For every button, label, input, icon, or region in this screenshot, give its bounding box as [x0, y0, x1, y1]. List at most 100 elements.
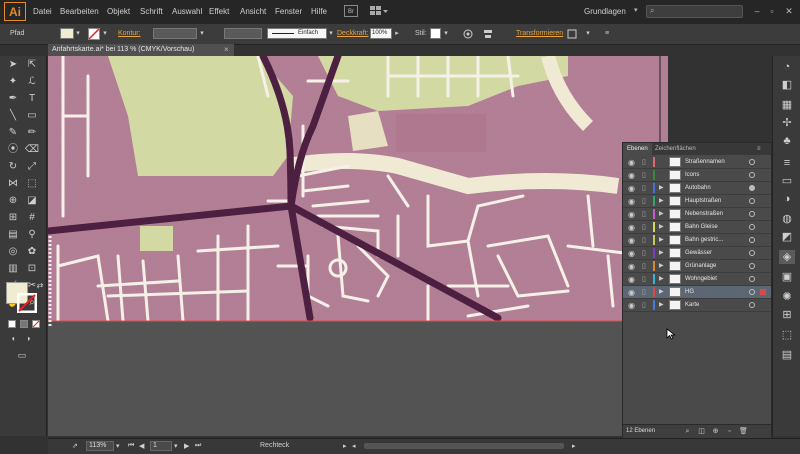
- workspace-dropdown-icon[interactable]: ▾: [634, 6, 638, 14]
- blend-tool-icon[interactable]: ◎: [5, 245, 21, 259]
- menu-effekt[interactable]: Effekt: [209, 7, 229, 16]
- expand-layer-icon[interactable]: ▶: [659, 197, 664, 206]
- eraser-tool-icon[interactable]: ⌫: [24, 143, 40, 157]
- layer-row[interactable]: ◉ ▯ ▶ Hauptstraßen: [623, 195, 771, 208]
- layer-row[interactable]: ◉ ▯ Icons: [623, 169, 771, 182]
- expand-layer-icon[interactable]: ▶: [659, 210, 664, 219]
- profile-dropdown-icon[interactable]: ▾: [327, 29, 335, 39]
- pencil-tool-icon[interactable]: ✏: [24, 126, 40, 140]
- perspective-grid-tool-icon[interactable]: ⊞: [5, 211, 21, 225]
- links-panel-icon[interactable]: ✺: [779, 290, 795, 304]
- transform-panel-icon[interactable]: ⊞: [779, 308, 795, 322]
- lock-toggle-icon[interactable]: ▯: [642, 210, 646, 219]
- menu-datei[interactable]: Datei: [33, 7, 52, 16]
- expand-layer-icon[interactable]: ▶: [659, 223, 664, 232]
- scale-tool-icon[interactable]: ⤢: [24, 160, 40, 174]
- graph-tool-icon[interactable]: ▥: [5, 262, 21, 276]
- first-artboard-icon[interactable]: ⏮: [128, 442, 134, 450]
- layer-name[interactable]: Grünanlage: [685, 262, 716, 271]
- status-arrow-icon[interactable]: ▸: [343, 442, 347, 450]
- close-window-icon[interactable]: ✕: [784, 6, 794, 16]
- maximize-icon[interactable]: ▫: [767, 6, 777, 16]
- variable-width-field[interactable]: [224, 28, 262, 39]
- visibility-eye-icon[interactable]: ◉: [628, 288, 635, 297]
- tab-ebenen[interactable]: Ebenen: [623, 143, 652, 155]
- layer-name[interactable]: Wohngebiet: [685, 275, 717, 284]
- lock-toggle-icon[interactable]: ▯: [642, 301, 646, 310]
- delete-layer-icon[interactable]: 🗑: [739, 427, 748, 436]
- layer-name[interactable]: Icons: [685, 171, 699, 180]
- menu-fenster[interactable]: Fenster: [275, 7, 302, 16]
- eyedropper-tool-icon[interactable]: ⚲: [24, 228, 40, 242]
- rectangle-tool-icon[interactable]: ▭: [24, 109, 40, 123]
- selection-tool-icon[interactable]: ➤: [5, 58, 21, 72]
- layer-name[interactable]: Straßennamen: [685, 158, 725, 167]
- visibility-eye-icon[interactable]: ◉: [628, 262, 635, 271]
- tab-zeichenflaechen[interactable]: Zeichenflächen: [651, 143, 700, 155]
- stroke-weight-field[interactable]: [153, 28, 197, 39]
- gradient-mode-icon[interactable]: [20, 320, 28, 328]
- swatches-panel-icon[interactable]: ▦: [779, 98, 795, 112]
- layer-name[interactable]: HG: [685, 288, 694, 297]
- visibility-eye-icon[interactable]: ◉: [628, 158, 635, 167]
- layer-target-icon[interactable]: [749, 224, 755, 230]
- stroke-color-swatch[interactable]: [17, 293, 37, 313]
- menu-schrift[interactable]: Schrift: [140, 7, 163, 16]
- symbols-panel-icon[interactable]: ♣: [779, 134, 795, 148]
- visibility-eye-icon[interactable]: ◉: [628, 249, 635, 258]
- horizontal-scrollbar[interactable]: [364, 443, 564, 449]
- layers-panel-icon[interactable]: ◈: [779, 250, 795, 264]
- lock-toggle-icon[interactable]: ▯: [642, 236, 646, 245]
- layer-row[interactable]: ◉ ▯ ▶ Nebenstraßen: [623, 208, 771, 221]
- recolor-artwork-icon[interactable]: [463, 29, 473, 39]
- lock-toggle-icon[interactable]: ▯: [642, 262, 646, 271]
- appearance-panel-icon[interactable]: ◍: [779, 212, 795, 226]
- previous-artboard-icon[interactable]: ◀: [139, 442, 144, 450]
- pathfinder-panel-icon[interactable]: ▤: [779, 348, 795, 362]
- expand-layer-icon[interactable]: ▶: [659, 288, 664, 297]
- width-tool-icon[interactable]: ⋈: [5, 177, 21, 191]
- mesh-tool-icon[interactable]: #: [24, 211, 40, 225]
- layer-target-icon[interactable]: [749, 172, 755, 178]
- bridge-button[interactable]: Br: [344, 5, 358, 17]
- menu-objekt[interactable]: Objekt: [107, 7, 130, 16]
- layer-name[interactable]: Bahn Gleise: [685, 223, 718, 232]
- gradient-tool-icon[interactable]: ▤: [5, 228, 21, 242]
- opacity-panel-link[interactable]: Deckkraft:: [337, 30, 369, 37]
- stroke-dropdown-icon[interactable]: ▾: [101, 29, 109, 39]
- color-guide-icon[interactable]: ◧: [779, 78, 795, 92]
- lock-toggle-icon[interactable]: ▯: [642, 223, 646, 232]
- lasso-tool-icon[interactable]: ℒ: [24, 75, 40, 89]
- expand-layer-icon[interactable]: ▶: [659, 275, 664, 284]
- clipping-mask-icon[interactable]: ◫: [697, 427, 706, 436]
- layer-row[interactable]: ◉ ▯ ▶ Karte: [623, 299, 771, 312]
- brushes-panel-icon[interactable]: ✢: [779, 116, 795, 130]
- scroll-right-icon[interactable]: ▸: [572, 442, 576, 450]
- layer-row[interactable]: ◉ ▯ ▶ Bahn gestric...: [623, 234, 771, 247]
- artboard-dropdown-icon[interactable]: ▾: [174, 442, 178, 450]
- layer-name[interactable]: Bahn gestric...: [685, 236, 723, 245]
- stroke-none-icon[interactable]: [88, 28, 100, 40]
- gradient-panel-icon[interactable]: ▭: [779, 174, 795, 188]
- workspace-switcher[interactable]: Grundlagen: [584, 7, 626, 16]
- expand-layer-icon[interactable]: ▶: [659, 262, 664, 271]
- graphic-style-swatch[interactable]: [430, 28, 441, 39]
- none-mode-icon[interactable]: [32, 320, 40, 328]
- locate-object-icon[interactable]: ⌕: [683, 427, 692, 436]
- color-panel-icon[interactable]: ◔: [779, 60, 795, 74]
- zoom-dropdown-icon[interactable]: ▾: [116, 442, 120, 450]
- layer-row[interactable]: ◉ ▯ ▶ Grünanlage: [623, 260, 771, 273]
- layer-row[interactable]: ◉ ▯ ▶ HG: [623, 286, 771, 299]
- expand-layer-icon[interactable]: ▶: [659, 249, 664, 258]
- pen-tool-icon[interactable]: ✒: [5, 92, 21, 106]
- layer-target-icon[interactable]: [749, 211, 755, 217]
- transform-panel-link[interactable]: Transformieren: [516, 30, 563, 37]
- zoom-field[interactable]: 113%: [86, 441, 114, 451]
- symbol-sprayer-tool-icon[interactable]: ✿: [24, 245, 40, 259]
- expand-layer-icon[interactable]: ▶: [659, 301, 664, 310]
- layer-target-icon[interactable]: [749, 185, 755, 191]
- menu-bearbeiten[interactable]: Bearbeiten: [60, 7, 99, 16]
- rotate-tool-icon[interactable]: ↻: [5, 160, 21, 174]
- color-mode-icon[interactable]: [8, 320, 16, 328]
- layer-name[interactable]: Hauptstraßen: [685, 197, 721, 206]
